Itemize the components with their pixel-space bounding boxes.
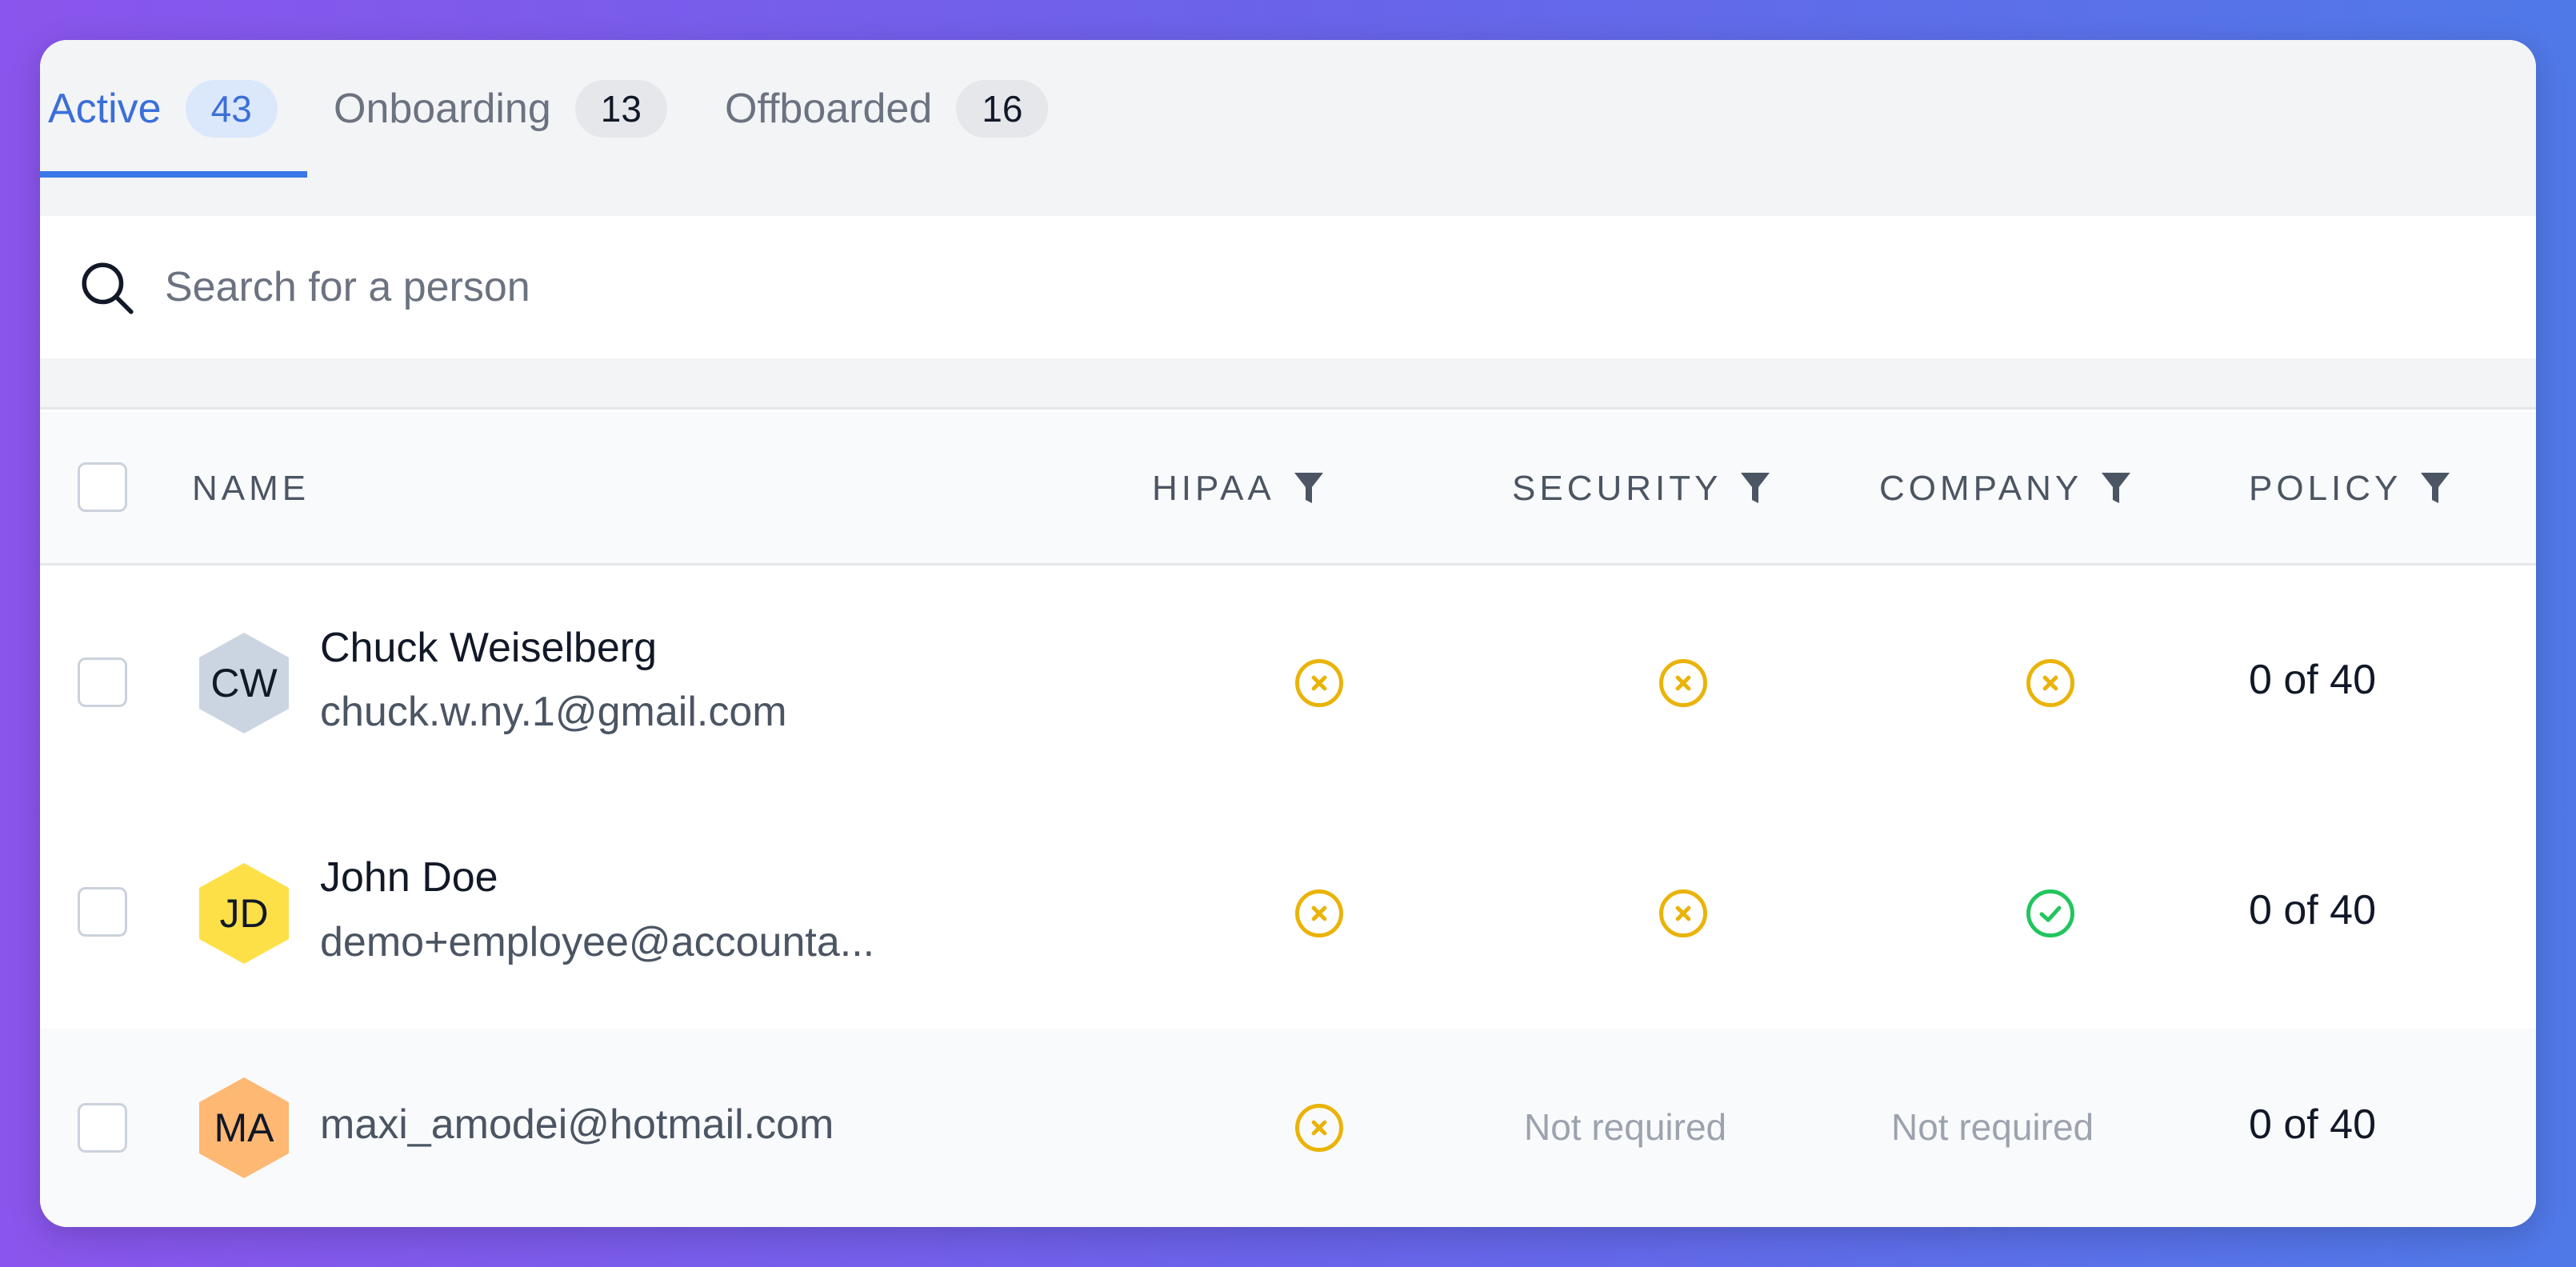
column-header-name-label: NAME	[192, 469, 310, 508]
tab-offboarded[interactable]: Offboarded 16	[725, 40, 1049, 178]
incomplete-icon	[1295, 659, 1343, 707]
row-checkbox[interactable]	[78, 1103, 127, 1153]
incomplete-icon	[2026, 659, 2074, 707]
incomplete-icon	[1295, 889, 1343, 937]
column-header-company-label: COMPANY	[1879, 469, 2083, 508]
table-row[interactable]: CW Chuck Weiselberg chuck.w.ny.1@gmail.c…	[40, 568, 2536, 798]
avatar: JD	[192, 861, 296, 965]
active-tab-indicator	[40, 171, 307, 178]
incomplete-icon	[1295, 1104, 1343, 1152]
column-header-security-label: SECURITY	[1512, 469, 1722, 508]
tab-onboarding[interactable]: Onboarding 13	[334, 40, 667, 178]
row-checkbox[interactable]	[78, 887, 127, 937]
avatar-initials: CW	[210, 661, 278, 705]
column-header-hipaa-label: HIPAA	[1152, 469, 1275, 508]
incomplete-icon	[1659, 889, 1707, 937]
column-header-security[interactable]: SECURITY	[1512, 412, 1771, 566]
tab-active[interactable]: Active 43	[48, 40, 278, 178]
column-header-policy-label: POLICY	[2249, 469, 2402, 508]
tab-offboarded-count: 16	[956, 80, 1049, 138]
table-row[interactable]: JD John Doe demo+employee@accounta... 0 …	[40, 798, 2536, 1029]
person-email: maxi_amodei@hotmail.com	[320, 1101, 834, 1148]
avatar: MA	[192, 1076, 296, 1180]
security-not-required: Not required	[1524, 1106, 1727, 1148]
person-name: Chuck Weiselberg	[320, 625, 658, 671]
tab-onboarding-label: Onboarding	[334, 86, 551, 132]
company-not-required: Not required	[1891, 1106, 2094, 1148]
person-email: chuck.w.ny.1@gmail.com	[320, 689, 787, 735]
search-bar	[40, 216, 2536, 358]
policy-progress: 0 of 40	[2249, 887, 2377, 933]
incomplete-icon	[1659, 659, 1707, 707]
tab-bar: Active 43 Onboarding 13 Offboarded 16	[40, 40, 2536, 216]
column-header-company[interactable]: COMPANY	[1879, 412, 2132, 566]
complete-icon	[2026, 889, 2074, 937]
row-checkbox[interactable]	[78, 657, 127, 707]
people-card: Active 43 Onboarding 13 Offboarded 16 NA…	[40, 40, 2536, 1227]
filter-icon[interactable]	[1293, 471, 1325, 506]
column-header-hipaa[interactable]: HIPAA	[1152, 412, 1325, 566]
filter-icon[interactable]	[2419, 471, 2451, 506]
search-input[interactable]	[165, 251, 2405, 323]
filter-icon[interactable]	[2100, 471, 2132, 506]
tab-active-count: 43	[185, 80, 278, 138]
tab-offboarded-label: Offboarded	[725, 86, 933, 132]
tab-onboarding-count: 13	[574, 80, 667, 138]
toolbar-spacer	[40, 358, 2536, 410]
tab-active-label: Active	[48, 86, 162, 132]
select-all-checkbox[interactable]	[78, 462, 127, 512]
person-name: John Doe	[320, 854, 498, 901]
policy-progress: 0 of 40	[2249, 657, 2377, 703]
person-email: demo+employee@accounta...	[320, 919, 875, 965]
table-row[interactable]: MA maxi_amodei@hotmail.com Not required …	[40, 1029, 2536, 1227]
policy-progress: 0 of 40	[2249, 1101, 2377, 1148]
search-icon	[82, 262, 134, 314]
avatar-initials: JD	[219, 891, 269, 936]
column-header-policy[interactable]: POLICY	[2249, 412, 2451, 566]
column-header-name[interactable]: NAME	[192, 412, 310, 566]
filter-icon[interactable]	[1739, 471, 1771, 506]
avatar: CW	[192, 631, 296, 735]
table-header: NAME HIPAA SECURITY COMPANY POLICY	[40, 412, 2536, 566]
avatar-initials: MA	[214, 1105, 274, 1150]
